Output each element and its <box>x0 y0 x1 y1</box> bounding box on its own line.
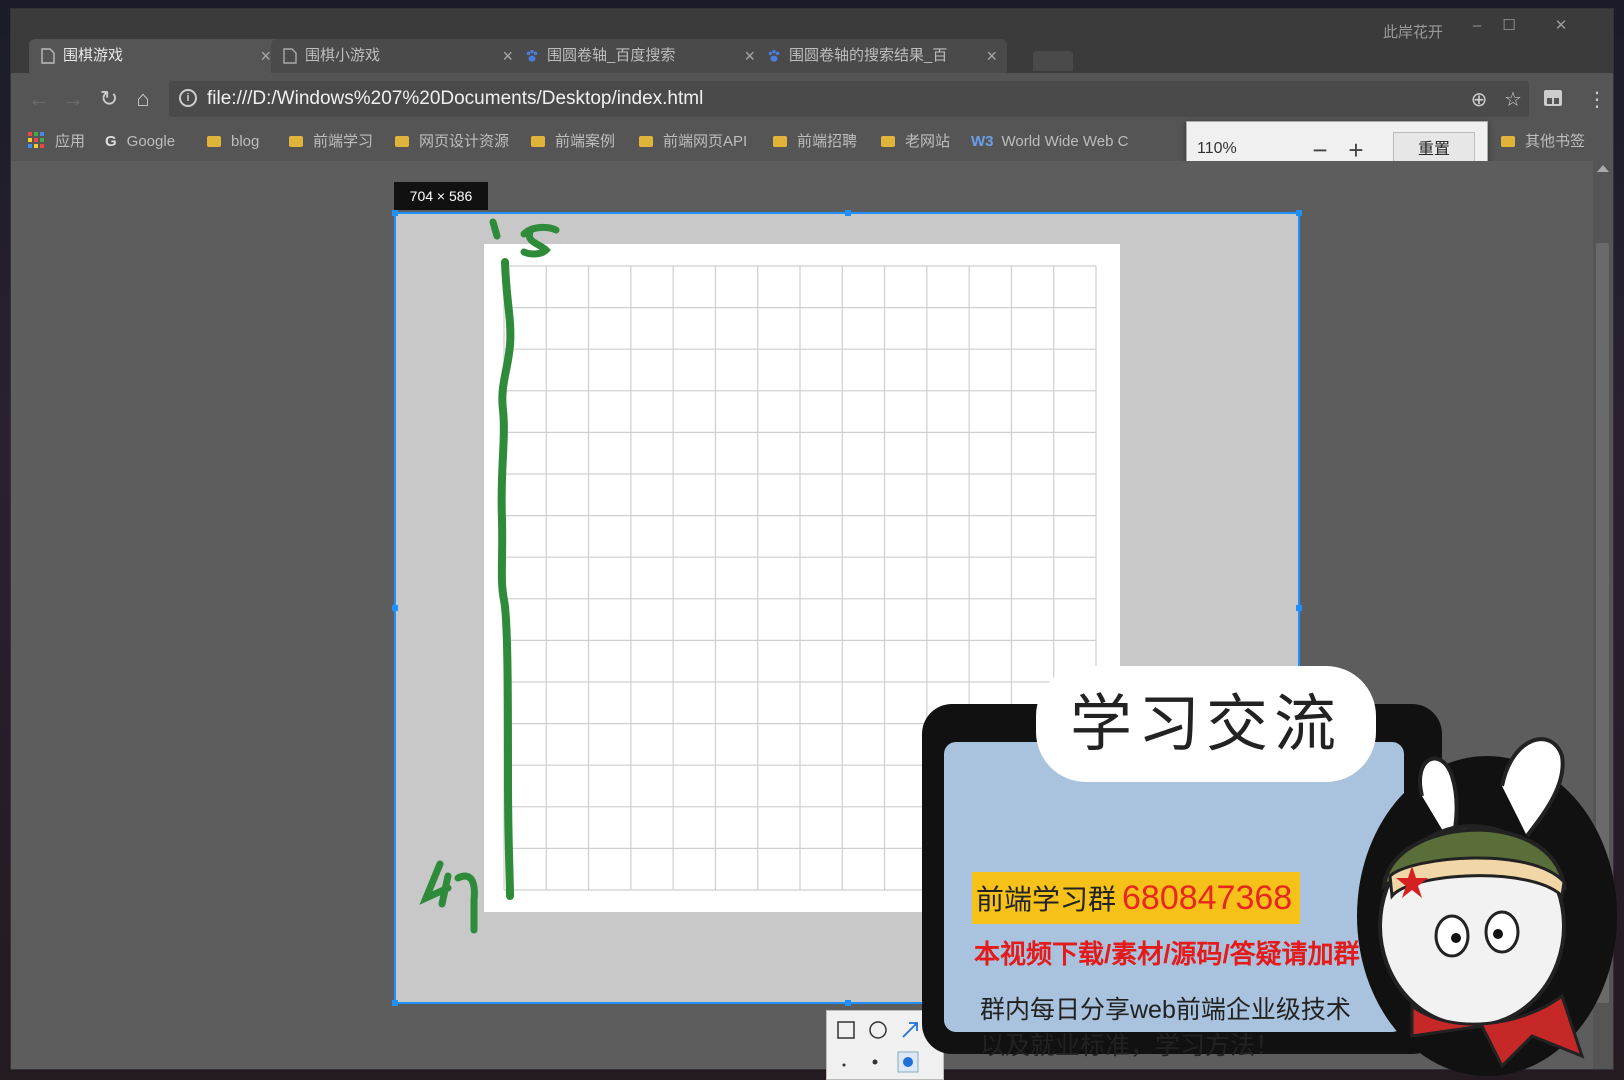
close-icon[interactable]: × <box>260 39 271 73</box>
arrow-tool-icon[interactable] <box>899 1019 921 1046</box>
bookmark-w3c[interactable]: W3 World Wide Web C <box>971 123 1128 161</box>
tab-strip: 围棋游戏 × 围棋小游戏 × 围圆卷轴_百度搜索 × 围圆卷轴的搜索结果_百 ×… <box>11 9 1613 73</box>
folder-icon <box>207 136 221 147</box>
page-icon <box>41 48 55 64</box>
back-button[interactable]: ← <box>25 85 53 113</box>
promo-description-line2: 以及就业标准，学习方法！ <box>980 1032 1281 1060</box>
scroll-up-arrow[interactable] <box>1597 165 1609 172</box>
folder-icon <box>773 136 787 147</box>
forward-button[interactable]: → <box>59 85 87 113</box>
bookmark-label: 前端网页API <box>663 133 748 150</box>
bookmark-google[interactable]: G Google <box>105 123 175 161</box>
close-icon[interactable]: × <box>744 39 755 73</box>
folder-icon <box>639 136 653 147</box>
group-label: 前端学习群 <box>976 884 1117 915</box>
tab-title: 围圆卷轴_百度搜索 <box>547 47 676 64</box>
bookmark-label: 前端案例 <box>555 133 616 150</box>
bookmark-label: 其他书签 <box>1525 133 1586 150</box>
info-icon[interactable]: i <box>179 89 197 107</box>
zoom-icon[interactable]: ⊕ <box>1467 87 1491 112</box>
bookmark-label: 老网站 <box>905 133 951 150</box>
page-icon <box>283 48 297 64</box>
large-dot-icon[interactable] <box>897 1051 919 1078</box>
folder-icon <box>881 136 895 147</box>
tab-title: 围棋小游戏 <box>305 47 381 64</box>
menu-icon[interactable]: ⋮ <box>1585 87 1609 112</box>
w3c-icon: W3 <box>971 133 994 150</box>
resize-handle[interactable] <box>845 210 851 216</box>
bookmark-other[interactable]: 其他书签 <box>1501 123 1585 161</box>
bookmark-label: 前端招聘 <box>797 133 858 150</box>
close-icon[interactable]: × <box>502 39 513 73</box>
address-bar[interactable]: i file:///D:/Windows%207%20Documents/Des… <box>169 81 1529 117</box>
bunny-mascot-icon <box>1357 737 1617 1076</box>
folder-icon <box>1501 136 1515 147</box>
resize-handle[interactable] <box>392 210 398 216</box>
promo-panel: 前端学习群 680847368 本视频下载/素材/源码/答疑请加群 群内每日分享w… <box>944 742 1404 1060</box>
bookmark-label: 应用 <box>55 133 86 150</box>
url-text: file:///D:/Windows%207%20Documents/Deskt… <box>207 88 704 109</box>
bookmark-label: 网页设计资源 <box>419 133 510 150</box>
tab-weiqi-game[interactable]: 围棋游戏 × <box>29 39 281 73</box>
bookmark-label: World Wide Web C <box>1001 133 1129 150</box>
resize-handle[interactable] <box>392 1000 398 1006</box>
close-window-button[interactable]: ✕ <box>1547 15 1575 37</box>
medium-dot-icon[interactable] <box>869 1055 881 1073</box>
group-number: 680847368 <box>1122 879 1293 917</box>
folder-icon <box>395 136 409 147</box>
resize-handle[interactable] <box>392 605 398 611</box>
home-button[interactable]: ⌂ <box>129 85 157 113</box>
apps-grid-icon <box>28 132 44 148</box>
reload-button[interactable]: ↻ <box>95 85 123 113</box>
bookmark-frontend-api[interactable]: 前端网页API <box>639 123 747 161</box>
group-banner: 前端学习群 680847368 <box>972 872 1301 924</box>
google-icon: G <box>105 133 117 150</box>
profile-name[interactable]: 此岸花开 <box>1383 21 1443 42</box>
capture-size-label: 704 × 586 <box>394 182 488 210</box>
bookmark-frontend-learning[interactable]: 前端学习 <box>289 123 373 161</box>
resize-handle[interactable] <box>1296 210 1302 216</box>
promo-title: 学习交流 <box>1046 676 1366 772</box>
tab-baidu-search[interactable]: 围圆卷轴_百度搜索 × <box>513 39 765 73</box>
bookmark-label: Google <box>126 133 176 150</box>
minimize-button[interactable]: – <box>1463 15 1491 37</box>
promo-overlay: 前端学习群 680847368 本视频下载/素材/源码/答疑请加群 群内每日分享w… <box>922 676 1624 1080</box>
resize-handle[interactable] <box>845 1000 851 1006</box>
zoom-level: 110% <box>1197 140 1237 157</box>
star-icon[interactable]: ☆ <box>1501 87 1525 112</box>
download-notice: 本视频下载/素材/源码/答疑请加群 <box>974 939 1360 969</box>
promo-description-line1: 群内每日分享web前端企业级技术 <box>980 996 1351 1024</box>
browser-toolbar: ← → ↻ ⌂ i file:///D:/Windows%207%20Docum… <box>11 73 1613 123</box>
small-dot-icon[interactable] <box>839 1057 849 1075</box>
folder-icon <box>289 136 303 147</box>
bookmark-label: blog <box>231 133 260 150</box>
bookmark-frontend-cases[interactable]: 前端案例 <box>531 123 615 161</box>
ellipse-tool-icon[interactable] <box>867 1019 889 1046</box>
resize-handle[interactable] <box>1296 605 1302 611</box>
tab-title: 围圆卷轴的搜索结果_百 <box>789 47 948 64</box>
bookmark-design-resources[interactable]: 网页设计资源 <box>395 123 509 161</box>
tab-baidu-results[interactable]: 围圆卷轴的搜索结果_百 × <box>755 39 1007 73</box>
folder-icon <box>531 136 545 147</box>
bookmark-apps[interactable]: 应用 <box>27 123 85 161</box>
rectangle-tool-icon[interactable] <box>835 1019 857 1046</box>
tab-title: 围棋游戏 <box>63 47 124 64</box>
bookmark-frontend-jobs[interactable]: 前端招聘 <box>773 123 857 161</box>
extension-icon[interactable] <box>1543 89 1563 107</box>
bookmark-label: 前端学习 <box>313 133 374 150</box>
bookmark-blog[interactable]: blog <box>207 123 259 161</box>
baidu-paw-icon <box>526 49 538 62</box>
new-tab-button[interactable] <box>1033 51 1073 71</box>
bookmark-old-sites[interactable]: 老网站 <box>881 123 950 161</box>
close-icon[interactable]: × <box>986 39 997 73</box>
baidu-paw-icon <box>768 49 780 62</box>
tab-weiqi-mini-game[interactable]: 围棋小游戏 × <box>271 39 523 73</box>
maximize-button[interactable]: ☐ <box>1495 15 1523 37</box>
